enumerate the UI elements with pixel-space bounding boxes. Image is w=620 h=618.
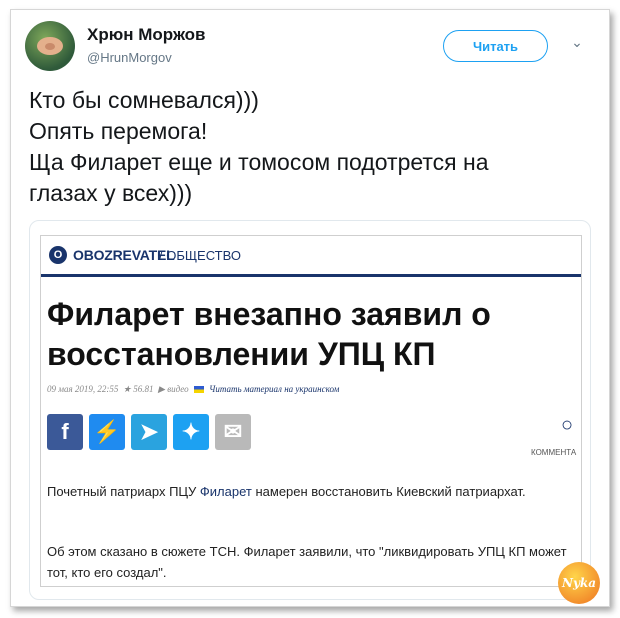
meta-video: видео bbox=[167, 384, 189, 394]
avatar[interactable] bbox=[25, 21, 75, 71]
tweet-line: глазах у всех))) bbox=[29, 180, 193, 206]
paragraph-text: Почетный патриарх ПЦУ bbox=[47, 484, 200, 499]
tweet-line: Ща Филарет еще и томосом подотрется на bbox=[29, 149, 489, 175]
embedded-media[interactable]: O OBOZREVATEL / ОБЩЕСТВО Филарет внезапн… bbox=[29, 220, 591, 600]
telegram-icon: ➤ bbox=[131, 414, 167, 450]
tweet-line: Кто бы сомневался))) bbox=[29, 87, 259, 113]
ukraine-flag-icon bbox=[193, 386, 204, 394]
avatar-snout-shape bbox=[45, 43, 55, 50]
paragraph-link: Филарет bbox=[199, 484, 252, 499]
tweet-card: Хрюн Моржов @HrunMorgov Читать ⌄ Кто бы … bbox=[10, 9, 610, 607]
article-screenshot: O OBOZREVATEL / ОБЩЕСТВО Филарет внезапн… bbox=[40, 235, 582, 587]
article-paragraph: Почетный патриарх ПЦУ Филарет намерен во… bbox=[47, 481, 567, 502]
tweet-line: Опять перемога! bbox=[29, 118, 208, 144]
headline-line: Филарет внезапно заявил о bbox=[47, 296, 491, 332]
chevron-down-icon[interactable]: ⌄ bbox=[568, 34, 586, 52]
article-headline: Филарет внезапно заявил о восстановлении… bbox=[47, 294, 567, 374]
section-label: / ОБЩЕСТВО bbox=[159, 248, 241, 263]
article-meta: 09 мая 2019, 22:55 ★ 56.81 ▶ видео Читат… bbox=[47, 384, 340, 394]
paragraph-text: намерен восстановить Киевский патриархат… bbox=[251, 484, 526, 499]
messenger-icon: ⚡ bbox=[89, 414, 125, 450]
twitter-icon: ✦ bbox=[173, 414, 209, 450]
follow-button[interactable]: Читать bbox=[443, 30, 548, 62]
meta-date: 09 мая 2019, 22:55 bbox=[47, 384, 119, 394]
author-name[interactable]: Хрюн Моржов bbox=[87, 25, 205, 45]
meta-link: Читать материал на украинском bbox=[209, 384, 340, 394]
publisher-bar: O OBOZREVATEL / ОБЩЕСТВО bbox=[41, 236, 581, 277]
meta-views: 56.81 bbox=[133, 384, 154, 394]
publisher-logo-icon: O bbox=[49, 246, 67, 264]
tweet-text: Кто бы сомневался))) Опять перемога! Ща … bbox=[29, 85, 599, 209]
facebook-icon: f bbox=[47, 414, 83, 450]
article-paragraph: Об этом сказано в сюжете ТСН. Филарет за… bbox=[47, 544, 567, 580]
author-handle[interactable]: @HrunMorgov bbox=[87, 50, 172, 65]
comment-icon: ○ bbox=[561, 414, 574, 436]
headline-line: восстановлении УПЦ КП bbox=[47, 336, 436, 372]
watermark-logo: Nyka bbox=[558, 562, 600, 604]
email-icon: ✉ bbox=[215, 414, 251, 450]
comments-label: КОММЕНТА bbox=[531, 448, 577, 457]
